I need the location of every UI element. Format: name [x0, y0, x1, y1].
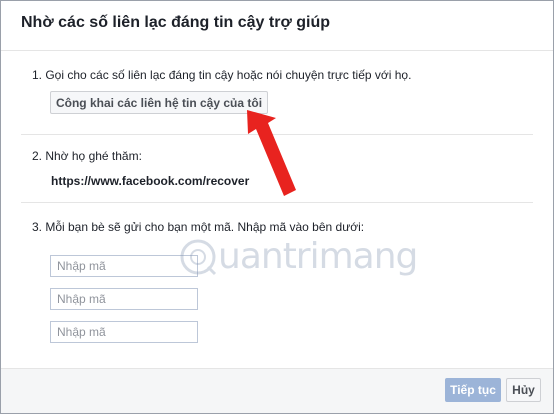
- show-trusted-contacts-button[interactable]: Công khai các liên hệ tin cậy của tôi: [50, 91, 268, 114]
- step-2-text: 2. Nhờ họ ghé thăm:: [32, 149, 142, 163]
- cancel-button[interactable]: Hủy: [506, 378, 541, 402]
- step-1-text: 1. Gọi cho các số liên lạc đáng tin cậy …: [32, 68, 412, 82]
- dialog-title: Nhờ các số liên lạc đáng tin cậy trợ giú…: [21, 14, 331, 31]
- trusted-contacts-dialog: Nhờ các số liên lạc đáng tin cậy trợ giú…: [0, 0, 554, 414]
- dialog-header: Nhờ các số liên lạc đáng tin cậy trợ giú…: [1, 1, 553, 51]
- code-input-1[interactable]: [50, 255, 198, 277]
- divider: [21, 202, 533, 203]
- divider: [21, 134, 533, 135]
- step-3-text: 3. Mỗi bạn bè sẽ gửi cho bạn một mã. Nhậ…: [32, 220, 365, 234]
- code-input-3[interactable]: [50, 321, 198, 343]
- recover-url: https://www.facebook.com/recover: [51, 174, 250, 188]
- continue-button[interactable]: Tiếp tục: [445, 378, 501, 402]
- code-input-2[interactable]: [50, 288, 198, 310]
- dialog-footer: Tiếp tục Hủy: [1, 368, 553, 413]
